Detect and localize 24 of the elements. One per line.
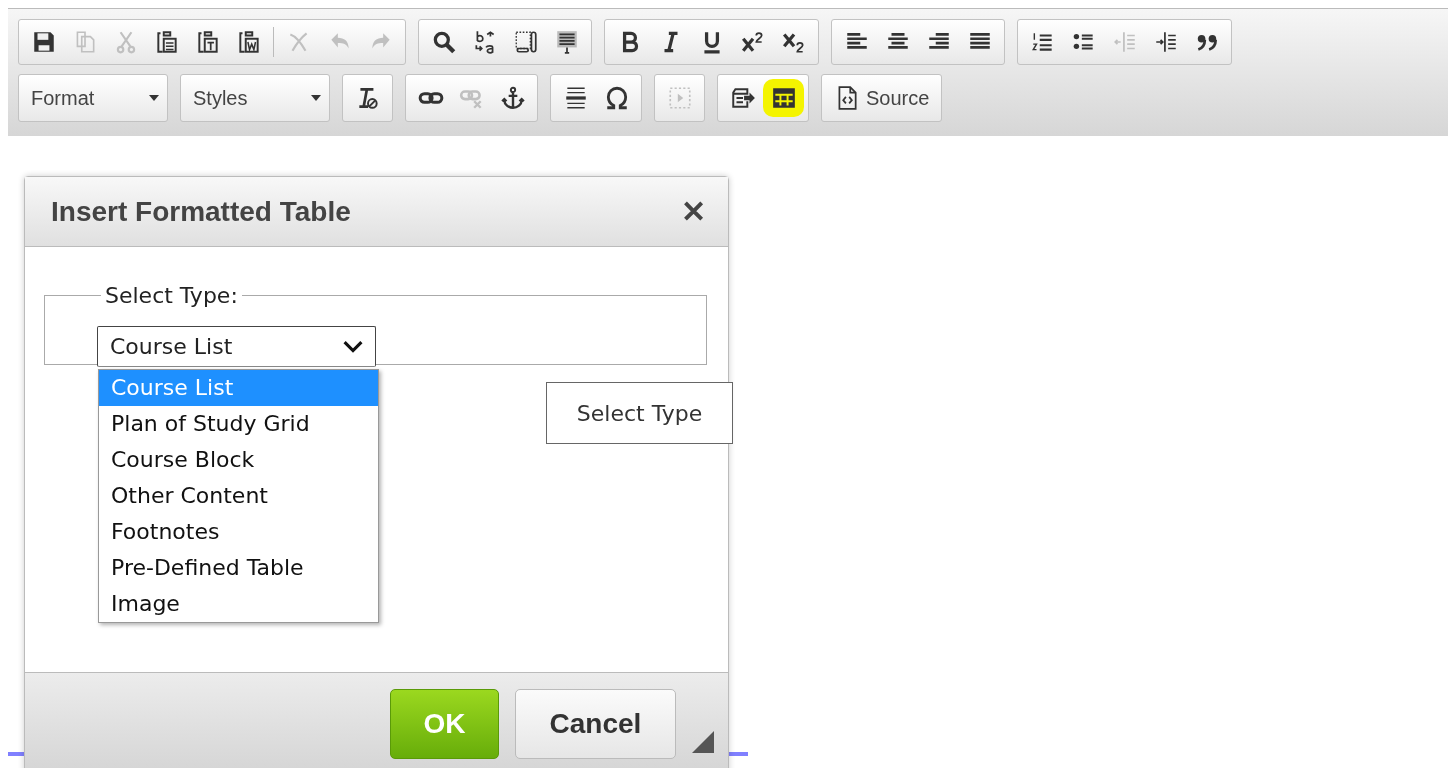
superscript-icon	[739, 29, 766, 55]
combo-dropdown[interactable]: Format	[19, 78, 167, 118]
tooltip: Select Type	[546, 382, 733, 444]
template-icon	[729, 85, 756, 111]
dialog-title: Insert Formatted Table	[51, 195, 351, 228]
caret-icon	[149, 95, 159, 101]
source-button[interactable]: Source	[826, 79, 938, 117]
dropdown-option[interactable]: Course Block	[99, 442, 378, 478]
chevron-down-icon	[343, 340, 363, 353]
iframe-icon	[666, 85, 693, 111]
caret-icon	[311, 95, 321, 101]
combo-dropdown[interactable]: Styles	[181, 78, 329, 118]
type-select[interactable]: Course List	[97, 326, 376, 367]
table-icon	[770, 85, 797, 111]
fieldset-legend: Select Type:	[101, 283, 242, 308]
anchor-icon	[499, 85, 526, 111]
dropdown-option[interactable]: Plan of Study Grid	[99, 406, 378, 442]
dropdown-option[interactable]: Pre-Defined Table	[99, 550, 378, 586]
cancel-button[interactable]: Cancel	[515, 689, 676, 759]
dropdown-option[interactable]: Footnotes	[99, 514, 378, 550]
table-button[interactable]	[763, 79, 804, 117]
close-button[interactable]: ✕	[681, 194, 706, 229]
dropdown-option[interactable]: Image	[99, 586, 378, 622]
dropdown-option[interactable]: Other Content	[99, 478, 378, 514]
